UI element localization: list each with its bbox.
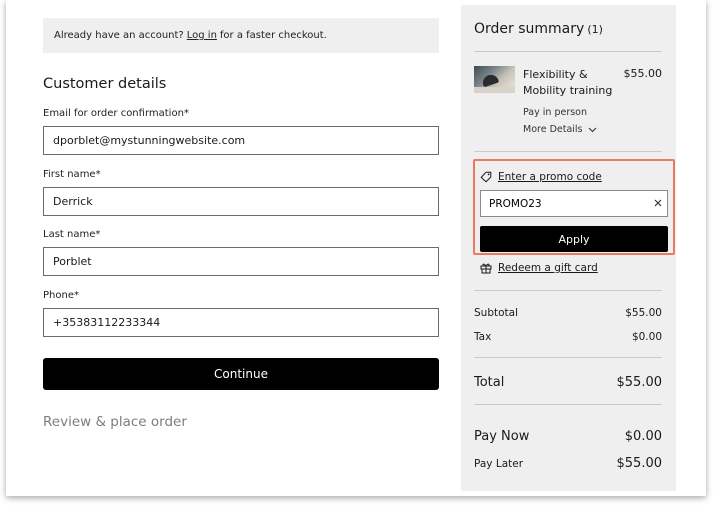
tag-icon bbox=[480, 171, 492, 183]
last-name-label: Last name* bbox=[43, 229, 101, 240]
tax-label: Tax bbox=[474, 331, 492, 343]
first-name-field[interactable] bbox=[43, 187, 439, 216]
order-summary-panel: Order summary (1) Flexibility & Mobility … bbox=[461, 5, 676, 491]
pay-now-row: Pay Now $0.00 bbox=[474, 429, 662, 444]
total-value: $55.00 bbox=[616, 375, 663, 390]
login-link[interactable]: Log in bbox=[187, 30, 217, 41]
redeem-gift-card-label: Redeem a gift card bbox=[498, 262, 598, 274]
first-name-label: First name* bbox=[43, 169, 101, 180]
product-name: Flexibility & Mobility training bbox=[523, 68, 613, 97]
divider bbox=[474, 151, 662, 152]
pay-now-value: $0.00 bbox=[624, 429, 662, 444]
login-prompt-text: Already have an account? bbox=[54, 30, 184, 41]
gift-icon bbox=[480, 263, 492, 274]
pay-later-value: $55.00 bbox=[616, 456, 663, 471]
divider bbox=[474, 404, 662, 405]
more-details-toggle[interactable]: More Details bbox=[523, 124, 597, 135]
order-item-count: (1) bbox=[587, 23, 603, 36]
redeem-gift-card-link[interactable]: Redeem a gift card bbox=[480, 262, 598, 274]
subtotal-value: $55.00 bbox=[625, 307, 662, 319]
total-row: Total $55.00 bbox=[474, 375, 662, 390]
more-details-label: More Details bbox=[523, 124, 583, 135]
apply-promo-button[interactable]: Apply bbox=[480, 226, 668, 252]
email-label: Email for order confirmation* bbox=[43, 108, 189, 119]
tax-value: $0.00 bbox=[631, 331, 662, 343]
login-banner: Already have an account? Log in for a fa… bbox=[43, 18, 439, 53]
customer-details-title: Customer details bbox=[43, 76, 167, 92]
enter-promo-code-link[interactable]: Enter a promo code bbox=[480, 171, 602, 183]
order-summary-heading: Order summary bbox=[474, 21, 585, 37]
clear-promo-button[interactable] bbox=[651, 196, 665, 210]
product-price: $55.00 bbox=[623, 67, 663, 80]
checkout-page: Already have an account? Log in for a fa… bbox=[6, 0, 706, 496]
continue-button[interactable]: Continue bbox=[43, 358, 439, 390]
pay-later-row: Pay Later $55.00 bbox=[474, 456, 662, 471]
divider bbox=[474, 51, 662, 52]
enter-promo-code-label: Enter a promo code bbox=[498, 171, 602, 183]
pay-later-label: Pay Later bbox=[474, 458, 524, 470]
tax-row: Tax $0.00 bbox=[474, 331, 662, 343]
order-summary-title: Order summary (1) bbox=[474, 21, 603, 37]
last-name-field[interactable] bbox=[43, 247, 439, 276]
review-place-order-step: Review & place order bbox=[43, 414, 187, 430]
close-icon bbox=[654, 199, 662, 207]
promo-code-input[interactable] bbox=[480, 190, 668, 217]
login-suffix-text: for a faster checkout. bbox=[219, 30, 327, 41]
pay-now-label: Pay Now bbox=[474, 429, 530, 444]
subtotal-label: Subtotal bbox=[474, 307, 518, 319]
divider bbox=[474, 290, 662, 291]
phone-label: Phone* bbox=[43, 290, 79, 301]
product-thumbnail bbox=[474, 66, 515, 93]
phone-field[interactable] bbox=[43, 308, 439, 337]
email-field[interactable] bbox=[43, 126, 439, 155]
payment-method-text: Pay in person bbox=[523, 107, 588, 118]
total-label: Total bbox=[474, 375, 505, 390]
divider bbox=[474, 357, 662, 358]
chevron-down-icon bbox=[588, 127, 596, 132]
subtotal-row: Subtotal $55.00 bbox=[474, 307, 662, 319]
